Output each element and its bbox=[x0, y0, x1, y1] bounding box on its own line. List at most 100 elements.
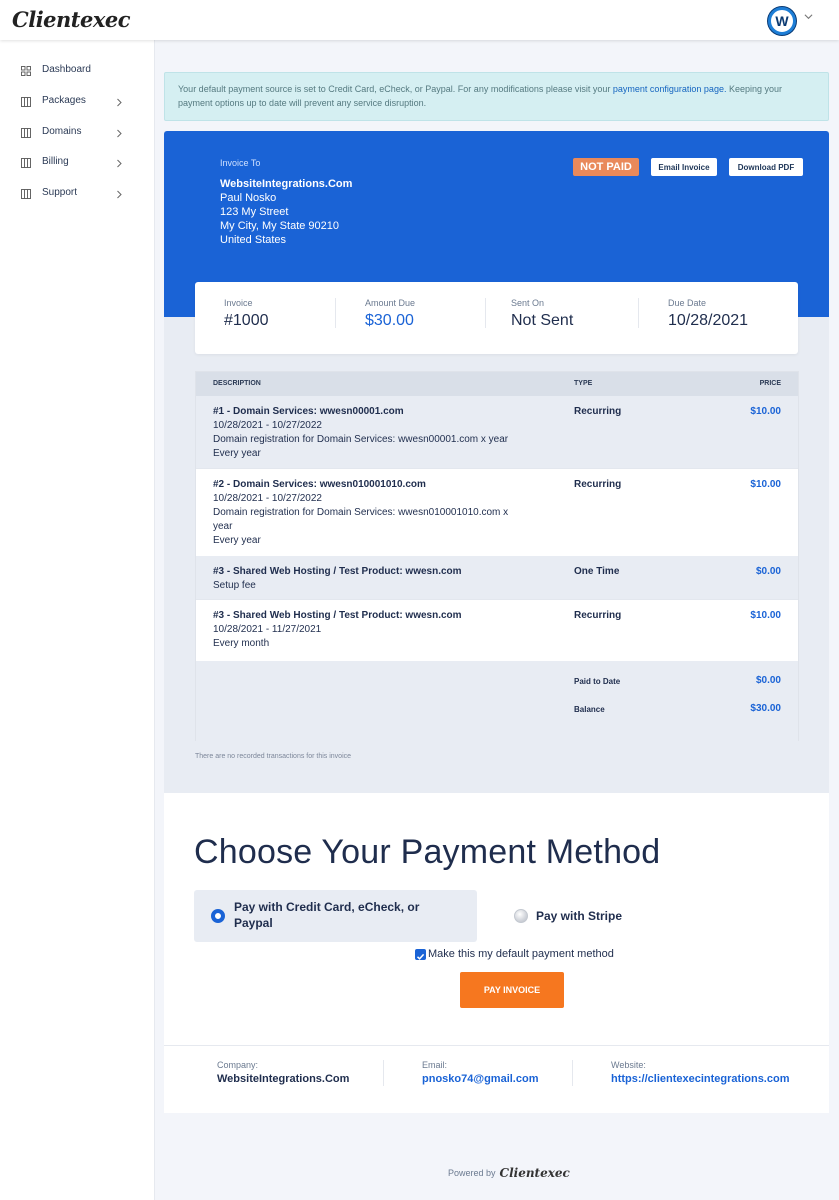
alert-text-before: Your default payment source is set to Cr… bbox=[178, 84, 613, 94]
divider bbox=[485, 298, 486, 328]
no-transactions-note: There are no recorded transactions for t… bbox=[195, 753, 352, 760]
default-payment-checkbox[interactable] bbox=[415, 949, 426, 960]
column-header-type: TYPE bbox=[574, 380, 593, 387]
divider bbox=[335, 298, 336, 328]
summary-sent-on: Sent On Not Sent bbox=[511, 298, 573, 330]
item-detail: Every year bbox=[213, 535, 261, 546]
columns-icon bbox=[21, 189, 31, 199]
payment-source-alert: Your default payment source is set to Cr… bbox=[164, 72, 829, 121]
company-info-website: Website: https://clientexecintegrations.… bbox=[611, 1060, 789, 1085]
sidebar-item-label: Dashboard bbox=[42, 64, 91, 75]
table-row: #3 - Shared Web Hosting / Test Product: … bbox=[196, 600, 798, 661]
address-line: United States bbox=[220, 234, 287, 246]
item-title: #3 - Shared Web Hosting / Test Product: … bbox=[213, 566, 462, 577]
sidebar-item-billing[interactable]: Billing bbox=[0, 151, 155, 175]
sidebar-item-support[interactable]: Support bbox=[0, 182, 155, 206]
item-detail: Domain registration for Domain Services:… bbox=[213, 507, 509, 518]
item-title: #1 - Domain Services: wwesn00001.com bbox=[213, 406, 404, 417]
columns-icon bbox=[21, 128, 31, 138]
payment-option-credit-card[interactable]: Pay with Credit Card, eCheck, or Paypal bbox=[194, 890, 477, 942]
summary-invoice: Invoice #1000 bbox=[224, 298, 269, 330]
payment-option-label-line1: Pay with Credit Card, eCheck, or bbox=[234, 900, 420, 914]
clientexec-logo[interactable]: Clientexec bbox=[12, 7, 131, 32]
sidebar-item-dashboard[interactable]: Dashboard bbox=[0, 59, 155, 83]
website-link[interactable]: https://clientexecintegrations.com bbox=[611, 1073, 789, 1085]
company-info: Company: WebsiteIntegrations.Com Email: … bbox=[164, 1045, 829, 1113]
balance-value: $30.00 bbox=[750, 703, 781, 714]
summary-label: Sent On bbox=[511, 298, 545, 308]
company-info-company: Company: WebsiteIntegrations.Com bbox=[217, 1060, 349, 1085]
item-price: $0.00 bbox=[755, 566, 781, 577]
company-label: Company: bbox=[217, 1060, 259, 1070]
address-line: My City, My State 90210 bbox=[220, 220, 340, 232]
website-label: Website: bbox=[611, 1060, 646, 1070]
item-title: #2 - Domain Services: wwesn010001010.com bbox=[213, 479, 426, 490]
address-line: Paul Nosko bbox=[220, 192, 277, 204]
company-info-email: Email: pnosko74@gmail.com bbox=[422, 1060, 538, 1085]
summary-amount-due: Amount Due $30.00 bbox=[365, 298, 415, 330]
payment-option-label: Pay with Stripe bbox=[536, 909, 623, 923]
item-price: $10.00 bbox=[750, 479, 781, 490]
table-row: #1 - Domain Services: wwesn00001.com 10/… bbox=[196, 396, 798, 469]
sidebar-item-packages[interactable]: Packages bbox=[0, 90, 155, 114]
chevron-right-icon bbox=[117, 98, 122, 107]
avatar-initial: W bbox=[775, 13, 789, 29]
sidebar-item-domains[interactable]: Domains bbox=[0, 121, 155, 145]
chevron-right-icon bbox=[117, 129, 122, 138]
item-detail: year bbox=[213, 521, 233, 532]
powered-by-label: Powered by bbox=[448, 1168, 496, 1178]
item-title: #3 - Shared Web Hosting / Test Product: … bbox=[213, 610, 462, 621]
paid-to-date-value: $0.00 bbox=[755, 675, 781, 686]
sidebar-item-label: Packages bbox=[42, 95, 86, 106]
invoice-number: #1000 bbox=[224, 312, 269, 329]
item-type: Recurring bbox=[574, 479, 622, 490]
item-price: $10.00 bbox=[750, 406, 781, 417]
columns-icon bbox=[21, 158, 31, 168]
table-row: #3 - Shared Web Hosting / Test Product: … bbox=[196, 556, 798, 600]
table-row: #2 - Domain Services: wwesn010001010.com… bbox=[196, 469, 798, 556]
pay-invoice-button[interactable]: PAY INVOICE bbox=[460, 972, 564, 1008]
payment-method-title: Choose Your Payment Method bbox=[194, 833, 661, 871]
column-header-description: DESCRIPTION bbox=[213, 380, 261, 387]
payment-configuration-link[interactable]: payment configuration page. bbox=[613, 84, 727, 94]
powered-by: Powered by Clientexec bbox=[448, 1166, 570, 1180]
email-link[interactable]: pnosko74@gmail.com bbox=[422, 1073, 538, 1085]
email-invoice-button[interactable]: Email Invoice bbox=[651, 158, 717, 176]
radio-selected[interactable] bbox=[211, 909, 225, 923]
sidebar-item-label: Domains bbox=[42, 126, 82, 137]
summary-label: Due Date bbox=[668, 298, 707, 308]
paid-to-date-label: Paid to Date bbox=[574, 677, 621, 686]
summary-due-date: Due Date 10/28/2021 bbox=[668, 298, 748, 330]
divider bbox=[572, 1060, 573, 1086]
email-label: Email: bbox=[422, 1060, 448, 1070]
table-header: DESCRIPTION TYPE PRICE bbox=[196, 372, 798, 396]
payment-option-label-line2: Paypal bbox=[234, 916, 273, 930]
payment-option-stripe[interactable]: Pay with Stripe bbox=[504, 903, 644, 929]
payment-option-label: Pay with Credit Card, eCheck, or Paypal bbox=[234, 899, 419, 931]
column-header-price: PRICE bbox=[759, 380, 781, 387]
item-detail: Setup fee bbox=[213, 580, 256, 591]
chevron-right-icon bbox=[117, 159, 122, 168]
top-bar: Clientexec W bbox=[0, 0, 839, 40]
item-type: Recurring bbox=[574, 406, 622, 417]
item-type: One Time bbox=[574, 566, 620, 577]
item-price: $10.00 bbox=[750, 610, 781, 621]
chevron-down-icon[interactable] bbox=[804, 12, 813, 21]
download-pdf-button[interactable]: Download PDF bbox=[729, 158, 803, 176]
sidebar: Dashboard Packages Domains Billing Suppo… bbox=[0, 40, 155, 1200]
invoice-items-table: DESCRIPTION TYPE PRICE #1 - Domain Servi… bbox=[195, 371, 799, 741]
user-avatar[interactable]: W bbox=[768, 7, 796, 35]
radio-unselected[interactable] bbox=[514, 909, 528, 923]
powered-by-logo[interactable]: Clientexec bbox=[500, 1166, 570, 1180]
item-detail: 10/28/2021 - 11/27/2021 bbox=[213, 624, 322, 635]
payment-section: Choose Your Payment Method Pay with Cred… bbox=[164, 793, 829, 1113]
sidebar-item-label: Support bbox=[42, 187, 78, 198]
invoice-card: Invoice To WebsiteIntegrations.Com Paul … bbox=[164, 131, 829, 793]
amount-due: $30.00 bbox=[365, 312, 414, 329]
sidebar-item-label: Billing bbox=[42, 156, 69, 167]
address-line: 123 My Street bbox=[220, 206, 289, 218]
item-type: Recurring bbox=[574, 610, 622, 621]
default-payment-label: Make this my default payment method bbox=[428, 948, 614, 960]
summary-label: Invoice bbox=[224, 298, 253, 308]
invoice-totals: Paid to Date $0.00 Balance $30.00 bbox=[196, 661, 798, 741]
